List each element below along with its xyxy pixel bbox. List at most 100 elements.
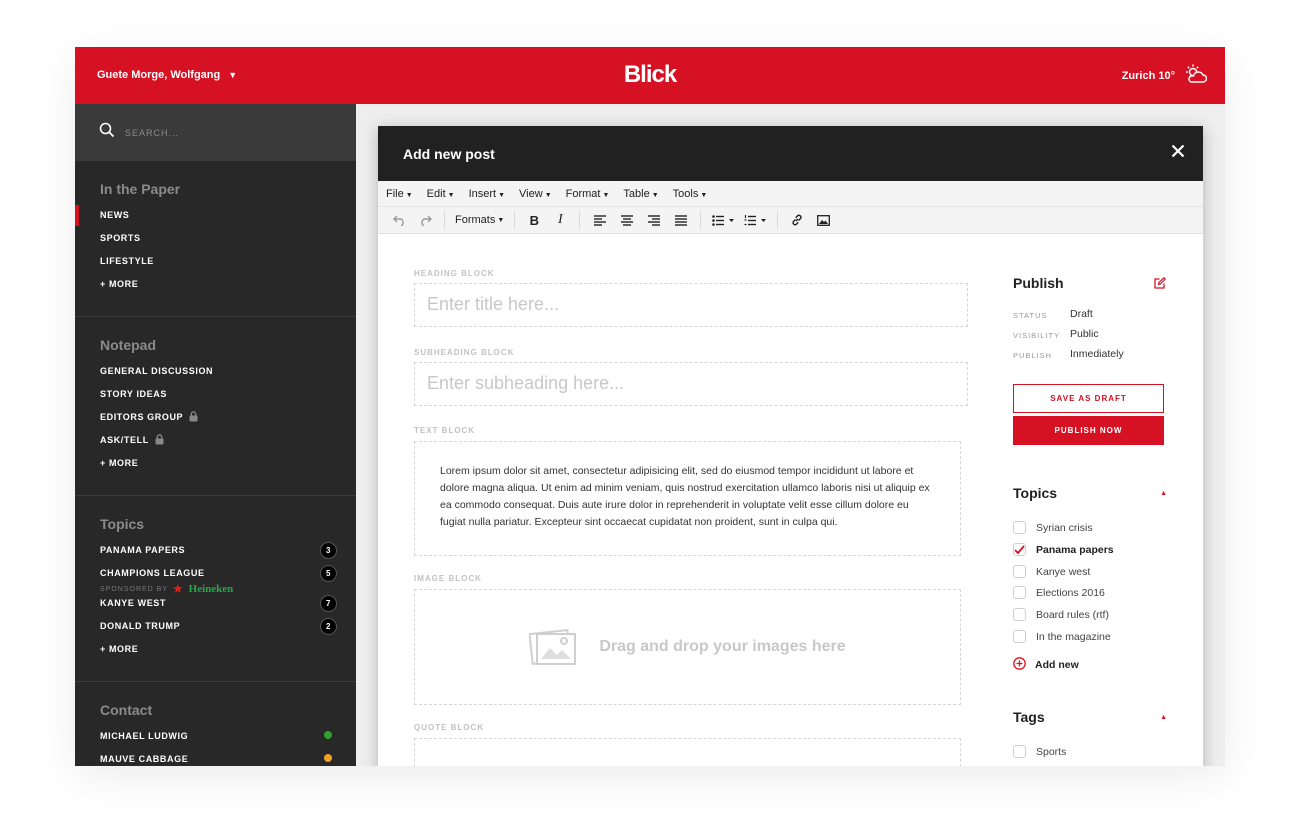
count-badge: 3 <box>320 542 337 559</box>
heading-placeholder: Enter title here... <box>427 294 560 314</box>
sidebar: In the Paper NEWS SPORTS LIFESTYLE + MOR… <box>75 104 356 766</box>
edit-icon[interactable] <box>1154 276 1167 294</box>
section-title: Topics <box>100 516 145 532</box>
sidebar-item-donald-trump[interactable]: DONALD TRUMP 2 <box>100 618 356 643</box>
contact-item-mauve-cabbage[interactable]: MAUVE CABBAGE <box>100 753 356 766</box>
text-block-editor[interactable]: Lorem ipsum dolor sit amet, consectetur … <box>414 441 961 556</box>
subheading-input[interactable]: Enter subheading here... <box>414 362 968 406</box>
align-left-icon[interactable] <box>586 207 613 234</box>
publish-time-label: PUBLISH <box>1013 351 1053 360</box>
menu-format[interactable]: Format ▼ <box>566 188 610 200</box>
sidebar-item-more[interactable]: + MORE <box>100 457 356 480</box>
lock-icon <box>189 411 198 425</box>
sidebar-item-lifestyle[interactable]: LIFESTYLE <box>100 255 356 278</box>
tags-title: Tags <box>1013 709 1045 725</box>
count-badge: 5 <box>320 565 337 582</box>
subheading-block-label: SUBHEADING BLOCK <box>414 348 515 357</box>
sidebar-item-news[interactable]: NEWS <box>75 205 356 232</box>
toolbar-divider <box>514 211 516 229</box>
italic-icon[interactable]: I <box>547 207 573 234</box>
checkbox <box>1013 745 1026 758</box>
formats-dropdown[interactable]: Formats ▼ <box>451 207 508 234</box>
collapse-topics-icon[interactable]: ▲ <box>1160 490 1167 497</box>
bullet-list-icon[interactable] <box>707 207 739 234</box>
search-input[interactable] <box>125 127 325 138</box>
image-drop-text: Drag and drop your images here <box>599 638 846 655</box>
checkbox-checked <box>1013 543 1026 556</box>
bold-icon[interactable]: B <box>521 207 547 234</box>
redo-icon[interactable] <box>412 207 438 234</box>
count-badge: 2 <box>320 618 337 635</box>
menu-insert[interactable]: Insert ▼ <box>469 188 505 200</box>
section-title: Contact <box>100 702 153 718</box>
modal-header: Add new post <box>378 126 1203 181</box>
collapse-tags-icon[interactable]: ▲ <box>1160 714 1167 721</box>
sidebar-item-ask-tell[interactable]: ASK/TELL <box>100 434 356 457</box>
heading-input[interactable]: Enter title here... <box>414 283 968 327</box>
topic-checkbox-in-the-magazine[interactable]: In the magazine <box>1013 630 1111 643</box>
visibility-value: Public <box>1070 328 1099 340</box>
topics-title: Topics <box>1013 485 1058 501</box>
link-icon[interactable] <box>784 207 810 234</box>
image-dropzone[interactable]: Drag and drop your images here <box>414 589 961 705</box>
undo-icon[interactable] <box>386 207 412 234</box>
section-topics: Topics PANAMA PAPERS 3 CHAMPIONS LEAGUE … <box>75 496 356 682</box>
weather-text: Zurich 10° <box>1121 69 1175 82</box>
menu-table[interactable]: Table ▼ <box>623 188 658 200</box>
align-right-icon[interactable] <box>640 207 667 234</box>
sidebar-item-champions-league[interactable]: CHAMPIONS LEAGUE 5 <box>100 565 356 590</box>
add-topic-button[interactable]: Add new <box>1013 657 1079 673</box>
topic-checkbox-kanye-west[interactable]: Kanye west <box>1013 565 1090 578</box>
toolbar-divider <box>579 211 581 229</box>
text-block-body: Lorem ipsum dolor sit amet, consectetur … <box>440 465 930 528</box>
menu-view[interactable]: View ▼ <box>519 188 552 200</box>
publish-now-button[interactable]: PUBLISH NOW <box>1013 416 1164 445</box>
tag-checkbox-sports[interactable]: Sports <box>1013 745 1066 758</box>
text-block-label: TEXT BLOCK <box>414 426 476 435</box>
search-icon[interactable] <box>99 122 115 143</box>
topic-checkbox-elections-2016[interactable]: Elections 2016 <box>1013 586 1105 599</box>
align-justify-icon[interactable] <box>667 207 694 234</box>
image-icon[interactable] <box>810 207 836 234</box>
app-window: Guete Morge, Wolfgang ▼ Blick Zurich 10° <box>75 47 1225 766</box>
checkbox <box>1013 630 1026 643</box>
sidebar-item-editors-group[interactable]: EDITORS GROUP <box>100 411 356 434</box>
sidebar-item-story-ideas[interactable]: STORY IDEAS <box>100 388 356 411</box>
publish-time-value: Inmediately <box>1070 348 1124 360</box>
away-status-dot <box>324 754 332 762</box>
sidebar-item-more[interactable]: + MORE <box>100 278 356 301</box>
topic-checkbox-syrian-crisis[interactable]: Syrian crisis <box>1013 521 1093 534</box>
save-draft-button[interactable]: SAVE AS DRAFT <box>1013 384 1164 413</box>
count-badge: 7 <box>320 595 337 612</box>
numbered-list-icon[interactable] <box>739 207 771 234</box>
status-value: Draft <box>1070 308 1093 320</box>
status-label: STATUS <box>1013 311 1048 320</box>
topic-checkbox-board-rules[interactable]: Board rules (rtf) <box>1013 608 1109 621</box>
toolbar-divider <box>444 211 445 229</box>
checkbox <box>1013 565 1026 578</box>
sidebar-item-sports[interactable]: SPORTS <box>100 232 356 255</box>
contact-item-michael-ludwig[interactable]: MICHAEL LUDWIG <box>100 730 356 753</box>
section-title: Notepad <box>100 337 156 353</box>
toolbar-divider <box>777 211 779 229</box>
plus-circle-icon <box>1013 657 1026 673</box>
menu-file[interactable]: File ▼ <box>386 188 413 200</box>
checkbox <box>1013 521 1026 534</box>
quote-block-editor[interactable] <box>414 738 961 766</box>
checkbox <box>1013 586 1026 599</box>
section-in-the-paper: In the Paper NEWS SPORTS LIFESTYLE + MOR… <box>75 161 356 317</box>
menu-edit[interactable]: Edit ▼ <box>427 188 455 200</box>
close-icon[interactable] <box>1171 144 1185 161</box>
online-status-dot <box>324 731 332 739</box>
heading-block-label: HEADING BLOCK <box>414 269 495 278</box>
partly-cloudy-icon <box>1185 64 1208 87</box>
sidebar-item-general-discussion[interactable]: GENERAL DISCUSSION <box>100 365 356 388</box>
sidebar-item-more[interactable]: + MORE <box>100 643 356 666</box>
sidebar-item-panama-papers[interactable]: PANAMA PAPERS 3 <box>100 542 356 567</box>
section-notepad: Notepad GENERAL DISCUSSION STORY IDEAS E… <box>75 317 356 496</box>
sidebar-item-kanye-west[interactable]: KANYE WEST 7 <box>100 595 356 620</box>
align-center-icon[interactable] <box>613 207 640 234</box>
checkbox <box>1013 608 1026 621</box>
topic-checkbox-panama-papers[interactable]: Panama papers <box>1013 543 1114 556</box>
menu-tools[interactable]: Tools ▼ <box>673 188 708 200</box>
